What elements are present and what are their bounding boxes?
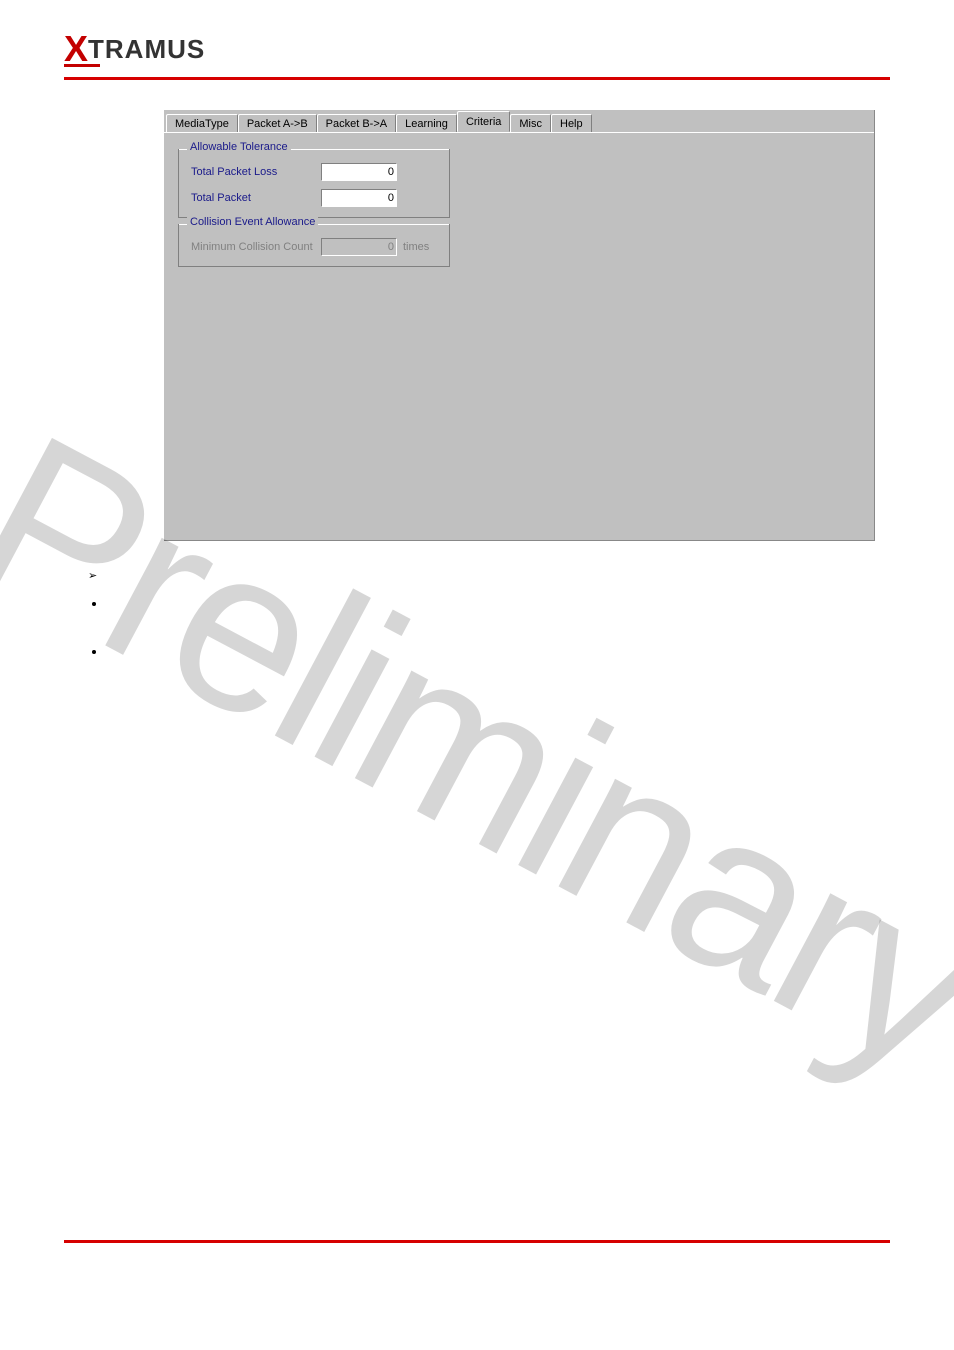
unit-times: times [403,241,429,253]
logo-x-letter: X [64,28,88,70]
group-collision-event-allowance: Collision Event Allowance Minimum Collis… [178,224,450,267]
tab-misc[interactable]: Misc [510,114,551,133]
label-total-packet-loss: Total Packet Loss [191,166,321,178]
list-item [106,644,890,658]
tab-strip: MediaType Packet A->B Packet B->A Learni… [164,110,874,132]
brand-logo: X TRAMUS [64,28,890,70]
arrow-bullet-icon: ➢ [88,569,102,582]
list-item-text [106,596,109,610]
tab-learning[interactable]: Learning [396,114,457,133]
tab-packet-ba[interactable]: Packet B->A [317,114,396,133]
group-title: Allowable Tolerance [187,141,291,153]
tab-label: Learning [405,118,448,130]
group-allowable-tolerance: Allowable Tolerance Total Packet Loss To… [178,149,450,218]
tab-help[interactable]: Help [551,114,592,133]
tab-label: Misc [519,118,542,130]
tab-label: Packet B->A [326,118,387,130]
list-item-text [106,644,109,658]
tab-label: Packet A->B [247,118,308,130]
input-total-packet[interactable] [321,189,397,207]
tab-panel-criteria: Allowable Tolerance Total Packet Loss To… [164,132,874,540]
logo-rest-letters: TRAMUS [88,34,205,65]
notes-section: ➢ [88,567,890,658]
input-minimum-collision-count [321,238,397,256]
list-item [106,596,890,610]
label-total-packet: Total Packet [191,192,321,204]
label-minimum-collision-count: Minimum Collision Count [191,241,321,253]
tab-label: MediaType [175,118,229,130]
input-total-packet-loss[interactable] [321,163,397,181]
tab-packet-ab[interactable]: Packet A->B [238,114,317,133]
tab-label: Help [560,118,583,130]
tab-label: Criteria [466,116,501,128]
tab-criteria[interactable]: Criteria [457,111,510,132]
tab-mediatype[interactable]: MediaType [166,114,238,133]
dialog-panel: MediaType Packet A->B Packet B->A Learni… [164,110,875,541]
group-title: Collision Event Allowance [187,216,318,228]
